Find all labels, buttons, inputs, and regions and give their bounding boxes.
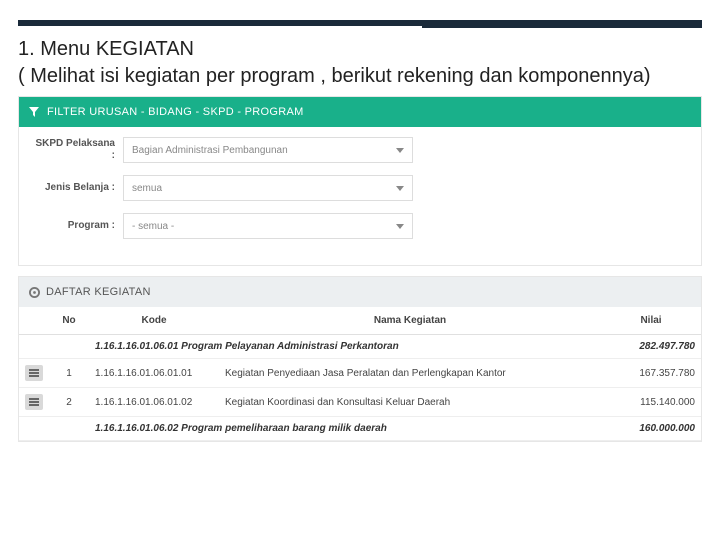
heading-line-2: ( Melihat isi kegiatan per program , ber… [18,63,702,90]
table-group-row: 1.16.1.16.01.06.01 Program Pelayanan Adm… [19,335,701,359]
cell-nilai: 167.357.780 [601,359,701,388]
table-group-row: 1.16.1.16.01.06.02 Program pemeliharaan … [19,417,701,441]
gear-icon [29,287,40,298]
filter-form: SKPD Pelaksana : Bagian Administrasi Pem… [19,127,701,265]
jenis-label: Jenis Belanja : [33,182,123,194]
cell-no: 1 [49,359,89,388]
cell-kode: 1.16.1.16.01.06.01.02 [89,388,219,417]
col-nama: Nama Kegiatan [219,307,601,335]
skpd-select[interactable]: Bagian Administrasi Pembangunan [123,137,413,163]
filter-panel: FILTER URUSAN - BIDANG - SKPD - PROGRAM … [18,96,702,266]
table-header-row: No Kode Nama Kegiatan Nilai [19,307,701,335]
chevron-down-icon [396,186,404,191]
skpd-label: SKPD Pelaksana : [33,138,123,162]
col-nilai: Nilai [601,307,701,335]
cell-nilai: 115.140.000 [601,388,701,417]
list-panel: DAFTAR KEGIATAN No Kode Nama Kegiatan Ni… [18,276,702,442]
cell-kode: 1.16.1.16.01.06.01.01 [89,359,219,388]
page-heading: 1. Menu KEGIATAN ( Melihat isi kegiatan … [18,36,702,90]
row-expand-icon[interactable] [25,394,43,410]
group-title: 1.16.1.16.01.06.01 Program Pelayanan Adm… [89,335,601,359]
program-value: - semua - [132,221,174,232]
table-row: 21.16.1.16.01.06.01.02Kegiatan Koordinas… [19,388,701,417]
group-title: 1.16.1.16.01.06.02 Program pemeliharaan … [89,417,601,441]
row-expand-icon[interactable] [25,365,43,381]
list-bar: DAFTAR KEGIATAN [19,277,701,307]
skpd-value: Bagian Administrasi Pembangunan [132,145,288,156]
filter-bar-title: FILTER URUSAN - BIDANG - SKPD - PROGRAM [47,106,304,118]
top-border [18,20,702,26]
filter-icon [29,107,39,117]
table-row: 11.16.1.16.01.06.01.01Kegiatan Penyediaa… [19,359,701,388]
chevron-down-icon [396,224,404,229]
kegiatan-table: No Kode Nama Kegiatan Nilai 1.16.1.16.01… [19,307,701,441]
group-value: 282.497.780 [601,335,701,359]
program-select[interactable]: - semua - [123,213,413,239]
jenis-value: semua [132,183,162,194]
col-kode: Kode [89,307,219,335]
chevron-down-icon [396,148,404,153]
group-value: 160.000.000 [601,417,701,441]
jenis-select[interactable]: semua [123,175,413,201]
col-no: No [49,307,89,335]
list-bar-title: DAFTAR KEGIATAN [46,286,151,298]
cell-nama: Kegiatan Koordinasi dan Konsultasi Kelua… [219,388,601,417]
cell-nama: Kegiatan Penyediaan Jasa Peralatan dan P… [219,359,601,388]
program-label: Program : [33,220,123,232]
cell-no: 2 [49,388,89,417]
heading-line-1: 1. Menu KEGIATAN [18,36,702,63]
filter-bar: FILTER URUSAN - BIDANG - SKPD - PROGRAM [19,97,701,127]
